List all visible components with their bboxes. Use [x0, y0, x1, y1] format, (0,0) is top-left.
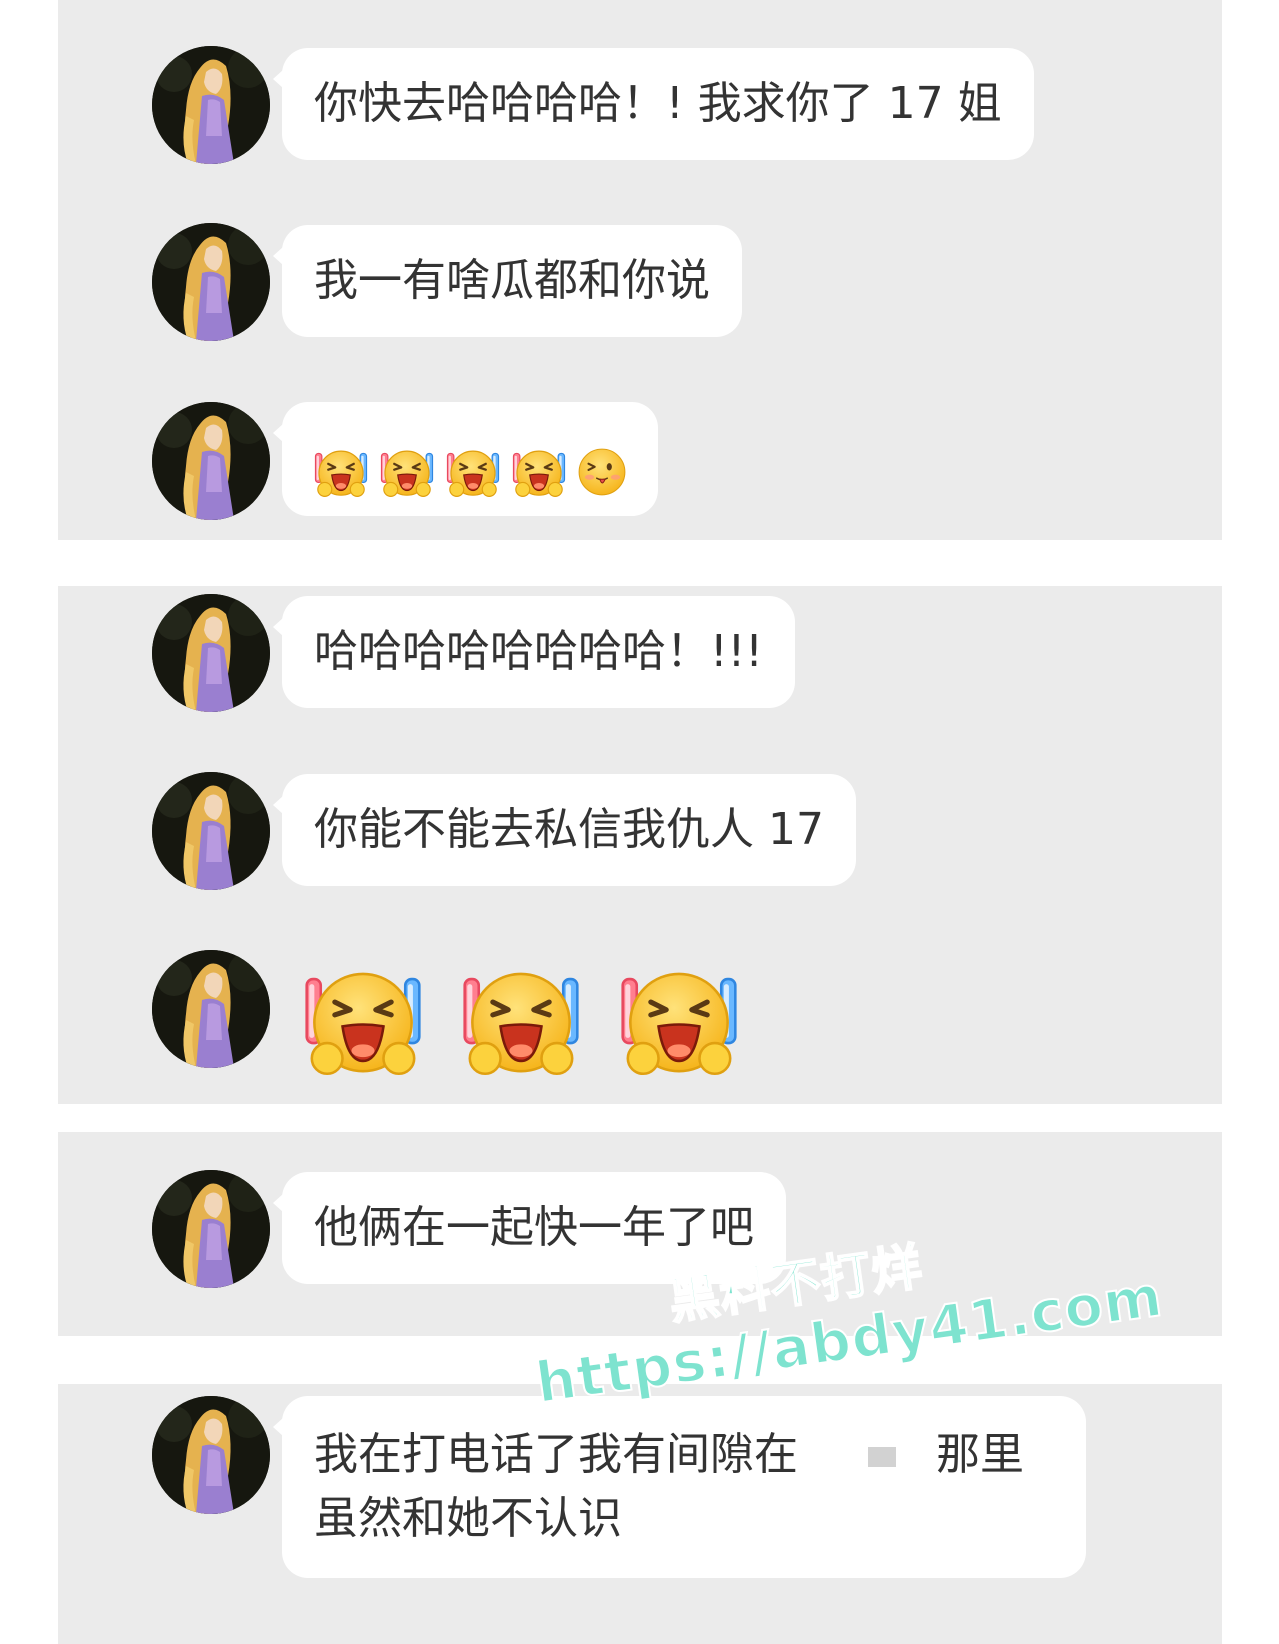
message-bubble[interactable]: 你快去哈哈哈哈！! 我求你了 17 姐 — [273, 48, 1034, 160]
avatar[interactable] — [152, 950, 270, 1068]
chat-screenshot-panel: 我在打电话了我有间隙在 那里 虽然和她不认识 — [58, 1384, 1222, 1644]
avatar[interactable] — [152, 223, 270, 341]
message-bubble[interactable]: 你能不能去私信我仇人 17 — [273, 774, 856, 886]
chat-screenshot-panel: 你快去哈哈哈哈！! 我求你了 17 姐 我一有啥瓜都和你说 — [58, 0, 1222, 540]
message-text: 哈哈哈哈哈哈哈哈！!!! — [314, 626, 763, 677]
message-text: 我一有啥瓜都和你说 — [314, 255, 710, 306]
laugh-cry-emoji-icon — [452, 956, 590, 1084]
message-text: 你快去哈哈哈哈！! 我求你了 17 姐 — [314, 78, 1002, 129]
avatar[interactable] — [152, 46, 270, 164]
avatar[interactable] — [152, 594, 270, 712]
censored-name — [868, 1447, 896, 1467]
laugh-cry-emoji-icon — [610, 956, 748, 1084]
chat-screenshot-panel: 哈哈哈哈哈哈哈哈！!!! 你能不能去私信我仇人 17 — [58, 586, 1222, 1104]
message-bubble[interactable]: 哈哈哈哈哈哈哈哈！!!! — [273, 596, 795, 708]
message-bubble[interactable]: 我在打电话了我有间隙在 那里 虽然和她不认识 — [273, 1396, 1086, 1578]
avatar[interactable] — [152, 402, 270, 520]
message-line: 虽然和她不认识 — [314, 1493, 622, 1544]
message-line: 我在打电话了我有间隙在 那里 — [314, 1423, 1024, 1487]
laugh-cry-emoji-icon — [294, 956, 432, 1084]
emoji-message-bubble[interactable] — [273, 402, 658, 516]
message-bubble[interactable]: 我一有啥瓜都和你说 — [273, 225, 742, 337]
message-text: 那里 — [936, 1429, 1024, 1480]
avatar[interactable] — [152, 1170, 270, 1288]
message-text: 我在打电话了我有间隙在 — [314, 1429, 798, 1480]
message-text: 他俩在一起快一年了吧 — [314, 1202, 754, 1253]
laugh-cry-emoji-icon — [444, 443, 502, 501]
laugh-cry-emoji-icon — [312, 443, 370, 501]
message-text: 你能不能去私信我仇人 17 — [314, 804, 824, 855]
laugh-cry-emoji-icon — [510, 443, 568, 501]
big-emoji-message[interactable] — [294, 956, 748, 1084]
laugh-cry-emoji-icon — [378, 443, 436, 501]
avatar[interactable] — [152, 772, 270, 890]
wink-tongue-emoji-icon — [576, 446, 628, 498]
avatar[interactable] — [152, 1396, 270, 1514]
